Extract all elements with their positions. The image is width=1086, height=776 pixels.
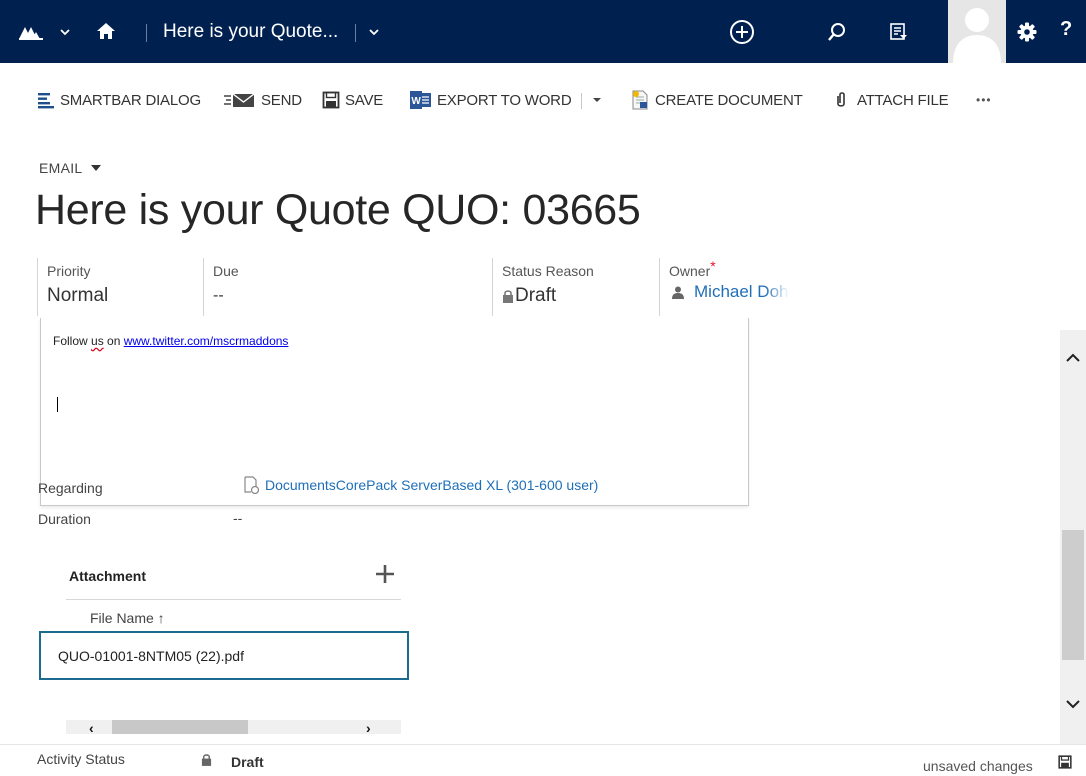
- scroll-up-icon[interactable]: [1065, 350, 1081, 366]
- required-asterisk: *: [710, 258, 716, 274]
- top-navigation-bar: Here is your Quote... ?: [0, 0, 1086, 63]
- regarding-label: Regarding: [38, 480, 103, 496]
- entity-selector[interactable]: EMAIL: [39, 160, 101, 176]
- export-dropdown-button[interactable]: [592, 89, 607, 111]
- horizontal-scrollbar[interactable]: ‹ ›: [66, 720, 401, 735]
- twitter-link[interactable]: www.twitter.com/mscrmaddons: [124, 334, 289, 348]
- status-reason-value: Draft: [515, 285, 557, 306]
- create-document-button[interactable]: CREATE DOCUMENT: [630, 89, 803, 111]
- field-value: --: [213, 287, 224, 304]
- follow-us-word: us: [91, 334, 104, 348]
- attach-file-label: ATTACH FILE: [857, 91, 949, 109]
- nav-record-title[interactable]: Here is your Quote...: [163, 21, 338, 43]
- attachment-section-title: Attachment: [69, 568, 147, 584]
- add-attachment-icon[interactable]: [374, 563, 396, 585]
- more-commands-button[interactable]: •••: [976, 89, 992, 111]
- save-label: SAVE: [345, 91, 384, 109]
- follow-us-text: Follow us on www.twitter.com/mscrmaddons: [53, 334, 288, 348]
- field-label: Status Reason: [502, 263, 594, 279]
- status-footer: Activity Status Draft unsaved changes: [0, 744, 1086, 776]
- vertical-scrollbar[interactable]: [1060, 330, 1086, 744]
- word-icon: W: [410, 91, 431, 109]
- export-to-word-label: EXPORT TO WORD: [437, 91, 572, 109]
- field-label: Priority: [47, 263, 91, 279]
- attachment-file-name: QUO-01001-8NTM05 (22).pdf: [58, 647, 244, 664]
- duration-value[interactable]: --: [233, 510, 242, 526]
- scrollbar-thumb[interactable]: [112, 720, 248, 734]
- scrollbar-thumb[interactable]: [1062, 530, 1084, 660]
- save-icon[interactable]: [1058, 755, 1072, 769]
- help-icon[interactable]: ?: [1060, 18, 1072, 41]
- regarding-lookup[interactable]: DocumentsCorePack ServerBased XL (301-60…: [243, 476, 598, 494]
- send-label: SEND: [261, 91, 302, 109]
- owner-link[interactable]: Michael Doh: [694, 282, 789, 302]
- gear-icon: [1017, 22, 1037, 41]
- entity-label: EMAIL: [39, 160, 83, 176]
- header-field-status-reason: Status Reason Draft: [492, 258, 652, 316]
- table-row[interactable]: QUO-01001-8NTM05 (22).pdf: [39, 631, 409, 680]
- duration-label: Duration: [38, 511, 91, 527]
- header-field-due[interactable]: Due --: [203, 258, 483, 316]
- smartbar-dialog-button[interactable]: SMARTBAR DIALOG: [37, 89, 201, 111]
- activity-status-value: Draft: [231, 754, 264, 770]
- save-icon: [322, 91, 340, 109]
- scroll-left-icon[interactable]: ‹: [89, 721, 94, 735]
- lock-icon: [503, 290, 513, 303]
- attach-file-button[interactable]: ATTACH FILE: [834, 89, 949, 111]
- text-cursor: [57, 397, 58, 412]
- chevron-down-icon[interactable]: [60, 27, 70, 37]
- home-icon[interactable]: [96, 22, 116, 40]
- follow-prefix: Follow: [53, 334, 92, 348]
- caret-down-icon: [90, 165, 101, 171]
- create-document-icon: [632, 90, 648, 110]
- paperclip-icon: [837, 92, 845, 107]
- plus-circle-icon: [730, 19, 754, 44]
- search-button[interactable]: [807, 0, 867, 63]
- command-separator: [581, 93, 582, 109]
- field-label: Owner: [669, 263, 711, 279]
- field-label: Due: [213, 263, 239, 279]
- command-bar: SMARTBAR DIALOG SEND SAVE W EXPORT TO WO…: [0, 63, 1086, 133]
- column-header-file-name[interactable]: File Name ↑: [90, 610, 165, 626]
- smartbar-icon: [38, 93, 54, 109]
- lock-icon: [201, 754, 212, 766]
- advanced-find-button[interactable]: [869, 0, 929, 63]
- field-value-wrap: Michael Doh: [669, 282, 829, 302]
- smartbar-dialog-label: SMARTBAR DIALOG: [60, 91, 201, 109]
- nav-separator: [355, 24, 356, 42]
- export-to-word-button[interactable]: W EXPORT TO WORD: [410, 89, 572, 111]
- send-button[interactable]: SEND: [224, 89, 302, 111]
- follow-on: on: [103, 334, 124, 348]
- grid-divider: [66, 599, 401, 600]
- field-label-wrap: Owner*: [669, 258, 829, 279]
- page-title[interactable]: Here is your Quote QUO: 03665: [35, 186, 641, 235]
- nav-separator: [146, 24, 147, 42]
- settings-button[interactable]: [1004, 0, 1050, 63]
- scroll-down-icon[interactable]: [1065, 696, 1081, 712]
- unsaved-changes-text: unsaved changes: [923, 758, 1033, 774]
- chevron-down-icon[interactable]: [369, 27, 379, 37]
- header-field-owner[interactable]: Owner* Michael Doh: [659, 258, 829, 316]
- advanced-find-icon: [890, 22, 907, 40]
- create-new-button[interactable]: [712, 0, 772, 63]
- save-button[interactable]: SAVE: [322, 89, 383, 111]
- header-field-priority[interactable]: Priority Normal: [37, 258, 197, 316]
- search-icon: [828, 22, 845, 41]
- user-icon: [672, 286, 684, 299]
- user-avatar[interactable]: [948, 0, 1006, 63]
- svg-text:W: W: [411, 96, 421, 107]
- create-document-label: CREATE DOCUMENT: [655, 91, 803, 109]
- caret-down-icon: [593, 98, 601, 102]
- field-value: Normal: [47, 285, 109, 306]
- dynamics-logo-icon[interactable]: [18, 24, 44, 40]
- scroll-right-icon[interactable]: ›: [366, 721, 371, 735]
- activity-status-label: Activity Status: [37, 751, 125, 767]
- send-email-icon: [224, 93, 255, 107]
- regarding-link: DocumentsCorePack ServerBased XL (301-60…: [265, 477, 599, 493]
- field-value-wrap: Draft: [502, 285, 652, 307]
- product-icon: [244, 476, 259, 494]
